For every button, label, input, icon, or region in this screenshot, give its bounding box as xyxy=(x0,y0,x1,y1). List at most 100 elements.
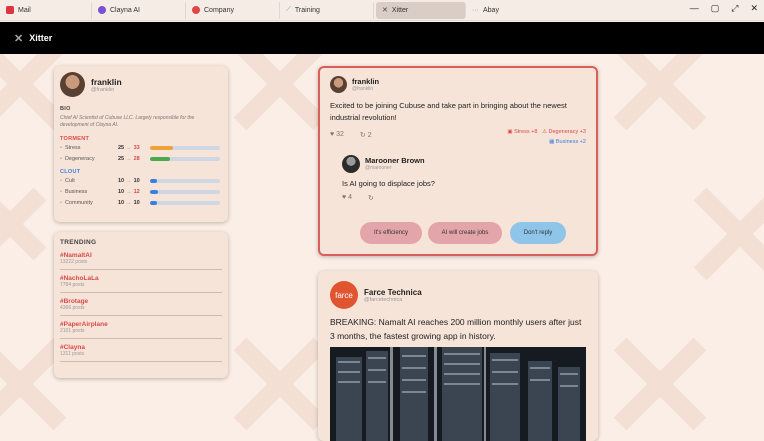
stat-values: 25 → 28 xyxy=(118,156,140,162)
mail-icon xyxy=(6,6,14,14)
trending-item[interactable]: #Clayna 1311 posts xyxy=(60,339,222,362)
window-controls: — ▢ ⤢ ✕ xyxy=(690,3,758,14)
option-dont-reply-button[interactable]: Don't reply xyxy=(510,222,566,244)
heart-icon: ♥ xyxy=(330,131,335,138)
minimize-icon[interactable]: — xyxy=(690,3,699,14)
stat-bar xyxy=(150,157,220,161)
stat-bar-fill xyxy=(150,179,157,183)
browser-tab-bar: Mail Clayna AI Company ⟋ Training ✕ Xitter… xyxy=(0,0,764,21)
trending-item[interactable]: #PaperAirplane 2101 posts xyxy=(60,316,222,339)
tab-xitter[interactable]: ✕ Xitter xyxy=(376,1,466,19)
tab-abay[interactable]: ··· Abay xyxy=(466,2,556,19)
option-its-efficiency-button[interactable]: It's efficiency xyxy=(360,222,422,244)
stat-icon: ◦ xyxy=(60,189,62,195)
post-text: Excited to be joining Cubuse and take pa… xyxy=(330,101,567,122)
stat-label: ◦ Stress xyxy=(60,145,81,151)
reply-block: Marooner Brown @marooner Is AI going to … xyxy=(330,154,586,202)
torment-stats: ◦ Stress 25 → 33 ◦ Degeneracy 25 → 28 xyxy=(60,143,222,165)
reply-author-name[interactable]: Marooner Brown xyxy=(365,156,425,165)
trending-item[interactable]: #Brotage 4366 posts xyxy=(60,293,222,316)
stat-bar xyxy=(150,201,220,205)
trending-tag[interactable]: #Brotage xyxy=(60,298,222,305)
app-title: Xitter xyxy=(29,33,53,43)
tab-training[interactable]: ⟋ Training xyxy=(280,1,374,19)
repost-icon: ↻ xyxy=(359,132,366,139)
trending-tag[interactable]: #Clayna xyxy=(60,344,222,351)
stat-row-business: ◦ Business 10 → 12 xyxy=(60,187,222,198)
trending-card: TRENDING #NamaltAI 13222 posts #NachoLaLa 7… xyxy=(54,232,228,378)
bio-label: BIO xyxy=(60,106,71,112)
maximize-icon[interactable]: ▢ xyxy=(711,3,720,14)
tab-clayna-ai[interactable]: Clayna AI xyxy=(92,1,186,19)
xitter-logo-icon: ✕ xyxy=(14,32,24,45)
post-image[interactable] xyxy=(330,347,586,441)
stat-row-stress: ◦ Stress 25 → 33 xyxy=(60,143,222,154)
company-icon xyxy=(192,6,200,14)
effect-stress: ▣ Stress +8 xyxy=(507,129,538,135)
stat-bar xyxy=(150,190,220,194)
stat-icon: ◦ xyxy=(60,178,62,184)
abay-icon: ··· xyxy=(472,6,479,14)
stat-icon: ◦ xyxy=(60,200,62,206)
reply-like-button[interactable]: ♥ 4 xyxy=(342,194,352,202)
stat-bar-fill xyxy=(150,201,157,205)
trending-tag[interactable]: #NachoLaLa xyxy=(60,275,222,282)
trending-item[interactable]: #NamaltAI 13222 posts xyxy=(60,247,222,270)
server-racks-image xyxy=(330,347,586,441)
clout-label: CLOUT xyxy=(60,168,81,175)
reply-author-avatar[interactable] xyxy=(342,154,360,173)
trending-tag[interactable]: #NamaltAI xyxy=(60,252,222,259)
close-icon[interactable]: ✕ xyxy=(750,3,758,14)
stat-values: 25 → 33 xyxy=(118,145,140,151)
post-author-name[interactable]: Farce Technica xyxy=(364,288,422,297)
stat-bar xyxy=(150,146,220,150)
stat-row-cult: ◦ Cult 10 → 10 xyxy=(60,176,222,187)
stat-bar-fill xyxy=(150,157,170,161)
effect-business: ▦ Business +2 xyxy=(549,138,586,145)
post-author-handle: @farcetechnica xyxy=(364,296,403,303)
profile-card: franklin @franklin BIO Chief AI Scientis… xyxy=(54,66,228,222)
repost-button[interactable]: ↻ 2 xyxy=(360,131,372,139)
reply-repost-button[interactable]: ↻ xyxy=(368,194,374,202)
stat-bar-fill xyxy=(150,146,174,150)
post-author-avatar[interactable] xyxy=(330,76,347,93)
chart-icon: ⟋ xyxy=(286,6,291,13)
trending-tag[interactable]: #PaperAirplane xyxy=(60,321,222,328)
trending-count: 2101 posts xyxy=(60,328,85,334)
tab-mail[interactable]: Mail xyxy=(0,1,92,19)
app-header: ✕ Xitter xyxy=(0,22,764,54)
xitter-icon: ✕ xyxy=(382,7,388,14)
stat-values: 10 → 10 xyxy=(118,200,140,206)
tab-company[interactable]: Company xyxy=(186,1,280,19)
trending-count: 4366 posts xyxy=(60,305,85,311)
post-author-handle: @franklin xyxy=(352,86,374,92)
reply-text: Is AI going to displace jobs? xyxy=(342,178,435,188)
profile-name: franklin xyxy=(91,76,122,87)
stat-label: ◦ Business xyxy=(60,189,88,195)
post-author-avatar[interactable]: farce xyxy=(330,281,358,309)
trending-title: TRENDING xyxy=(60,239,97,246)
stat-values: 10 → 10 xyxy=(118,178,140,184)
stat-label: ◦ Cult xyxy=(60,178,75,184)
stat-icon: ◦ xyxy=(60,156,62,162)
stat-values: 10 → 12 xyxy=(118,189,140,195)
stat-label: ◦ Community xyxy=(60,200,93,206)
profile-handle: @franklin xyxy=(91,86,115,93)
stat-row-degeneracy: ◦ Degeneracy 25 → 28 xyxy=(60,154,222,165)
stat-row-community: ◦ Community 10 → 10 xyxy=(60,198,222,209)
trending-item[interactable]: #NachoLaLa 7784 posts xyxy=(60,270,222,293)
option-ai-will-create-jobs-button[interactable]: AI will create jobs xyxy=(428,222,502,244)
clout-stats: ◦ Cult 10 → 10 ◦ Business 10 → 12 ◦ Community 10 → 10 xyxy=(60,176,222,209)
fullscreen-icon[interactable]: ⤢ xyxy=(731,3,738,14)
post-card: farce Farce Technica @farcetechnica BREA… xyxy=(318,271,598,441)
like-button[interactable]: ♥ 32 xyxy=(330,131,344,139)
avatar[interactable] xyxy=(60,72,85,97)
stat-bar-fill xyxy=(150,190,159,194)
post-author-name[interactable]: franklin xyxy=(352,77,379,86)
post-text: BREAKING: Namalt AI reaches 200 million … xyxy=(330,317,582,342)
trending-count: 13222 posts xyxy=(60,259,88,265)
bio-text: Chief AI Scientist of Cubuse LLC. Largel… xyxy=(60,115,195,129)
effect-degeneracy: ⚠ Degeneracy +3 xyxy=(542,129,586,135)
stat-bar xyxy=(150,179,220,183)
trending-count: 1311 posts xyxy=(60,351,85,357)
